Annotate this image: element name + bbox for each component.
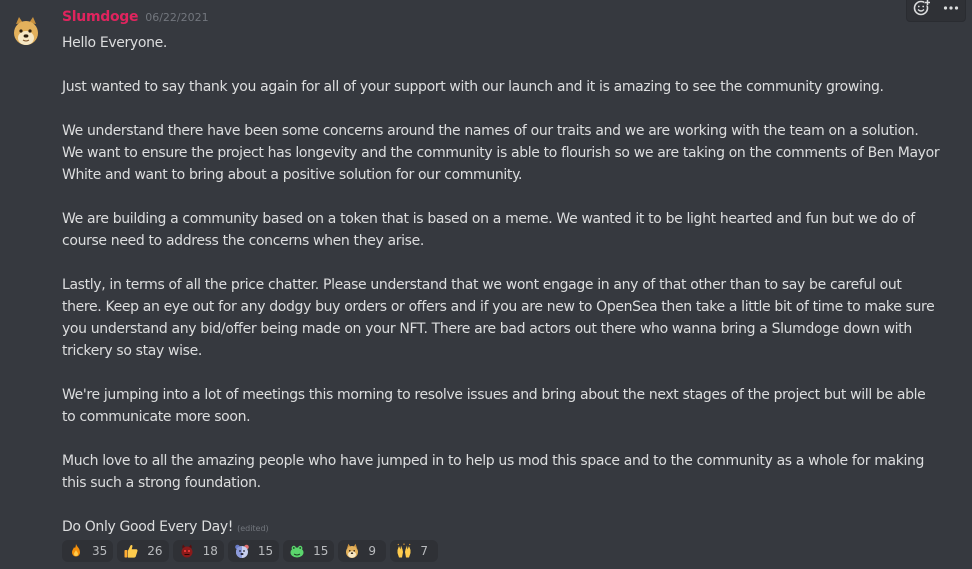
message-paragraph-spacer <box>62 252 942 274</box>
add-reaction-button[interactable] <box>910 0 934 20</box>
reaction-thumbs-up[interactable]: 26 <box>117 540 169 562</box>
reaction-count: 35 <box>92 544 108 558</box>
more-options-button[interactable] <box>939 0 963 20</box>
message-toolbar <box>906 0 966 22</box>
user-avatar[interactable] <box>10 16 42 48</box>
reaction-fire[interactable]: 35 <box>62 540 114 562</box>
message-paragraph: Just wanted to say thank you again for a… <box>62 79 884 95</box>
message-paragraph-spacer <box>62 362 942 384</box>
message-header: Slumdoge 06/22/2021 <box>62 9 209 29</box>
message-content: Hello Everyone. Just wanted to say thank… <box>62 32 942 540</box>
reaction-count: 9 <box>368 544 377 558</box>
doge-emoji-icon <box>346 543 359 558</box>
reaction-count: 18 <box>202 544 218 558</box>
green-frog-emoji-icon <box>290 545 304 558</box>
red-creature-emoji-icon <box>181 544 193 558</box>
chat-message: Slumdoge 06/22/2021 Hello Everyone. Just… <box>0 0 972 569</box>
message-paragraph-spacer <box>62 494 942 516</box>
raised-hands-emoji-icon <box>397 543 411 558</box>
reaction-red-creature[interactable]: 18 <box>172 540 224 562</box>
reaction-raised-hands[interactable]: 7 <box>390 540 439 562</box>
message-paragraph: We are building a community based on a t… <box>62 211 919 249</box>
reaction-count: 15 <box>313 544 329 558</box>
message-paragraph-spacer <box>62 54 942 76</box>
message-paragraph-spacer <box>62 98 942 120</box>
message-timestamp[interactable]: 06/22/2021 <box>145 11 208 24</box>
doge-avatar-icon <box>14 17 38 45</box>
message-paragraph: Do Only Good Every Day! <box>62 519 234 535</box>
author-username[interactable]: Slumdoge <box>62 9 139 25</box>
reaction-bear[interactable]: 15 <box>227 540 280 562</box>
reactions-bar: 35 26 18 15 15 9 7 <box>62 540 439 562</box>
message-paragraph: Hello Everyone. <box>62 35 167 51</box>
edited-label[interactable]: (edited) <box>237 524 269 533</box>
message-paragraph: We're jumping into a lot of meetings thi… <box>62 387 930 425</box>
add-reaction-icon <box>913 0 930 16</box>
more-options-icon <box>943 6 958 10</box>
message-paragraph-spacer <box>62 428 942 450</box>
message-paragraph-spacer <box>62 186 942 208</box>
reaction-count: 7 <box>420 544 429 558</box>
thumbs-up-emoji-icon <box>124 545 138 558</box>
reaction-count: 26 <box>147 544 163 558</box>
message-paragraph: Much love to all the amazing people who … <box>62 453 929 491</box>
bear-emoji-icon <box>235 544 249 558</box>
fire-emoji-icon <box>72 544 80 557</box>
reaction-doge[interactable]: 9 <box>338 540 387 562</box>
reaction-green-frog[interactable]: 15 <box>283 540 335 562</box>
reaction-count: 15 <box>257 544 274 558</box>
message-paragraph: We understand there have been some conce… <box>62 123 944 183</box>
message-paragraph: Lastly, in terms of all the price chatte… <box>62 277 939 359</box>
message-last-line: Do Only Good Every Day! (edited) <box>62 516 942 540</box>
